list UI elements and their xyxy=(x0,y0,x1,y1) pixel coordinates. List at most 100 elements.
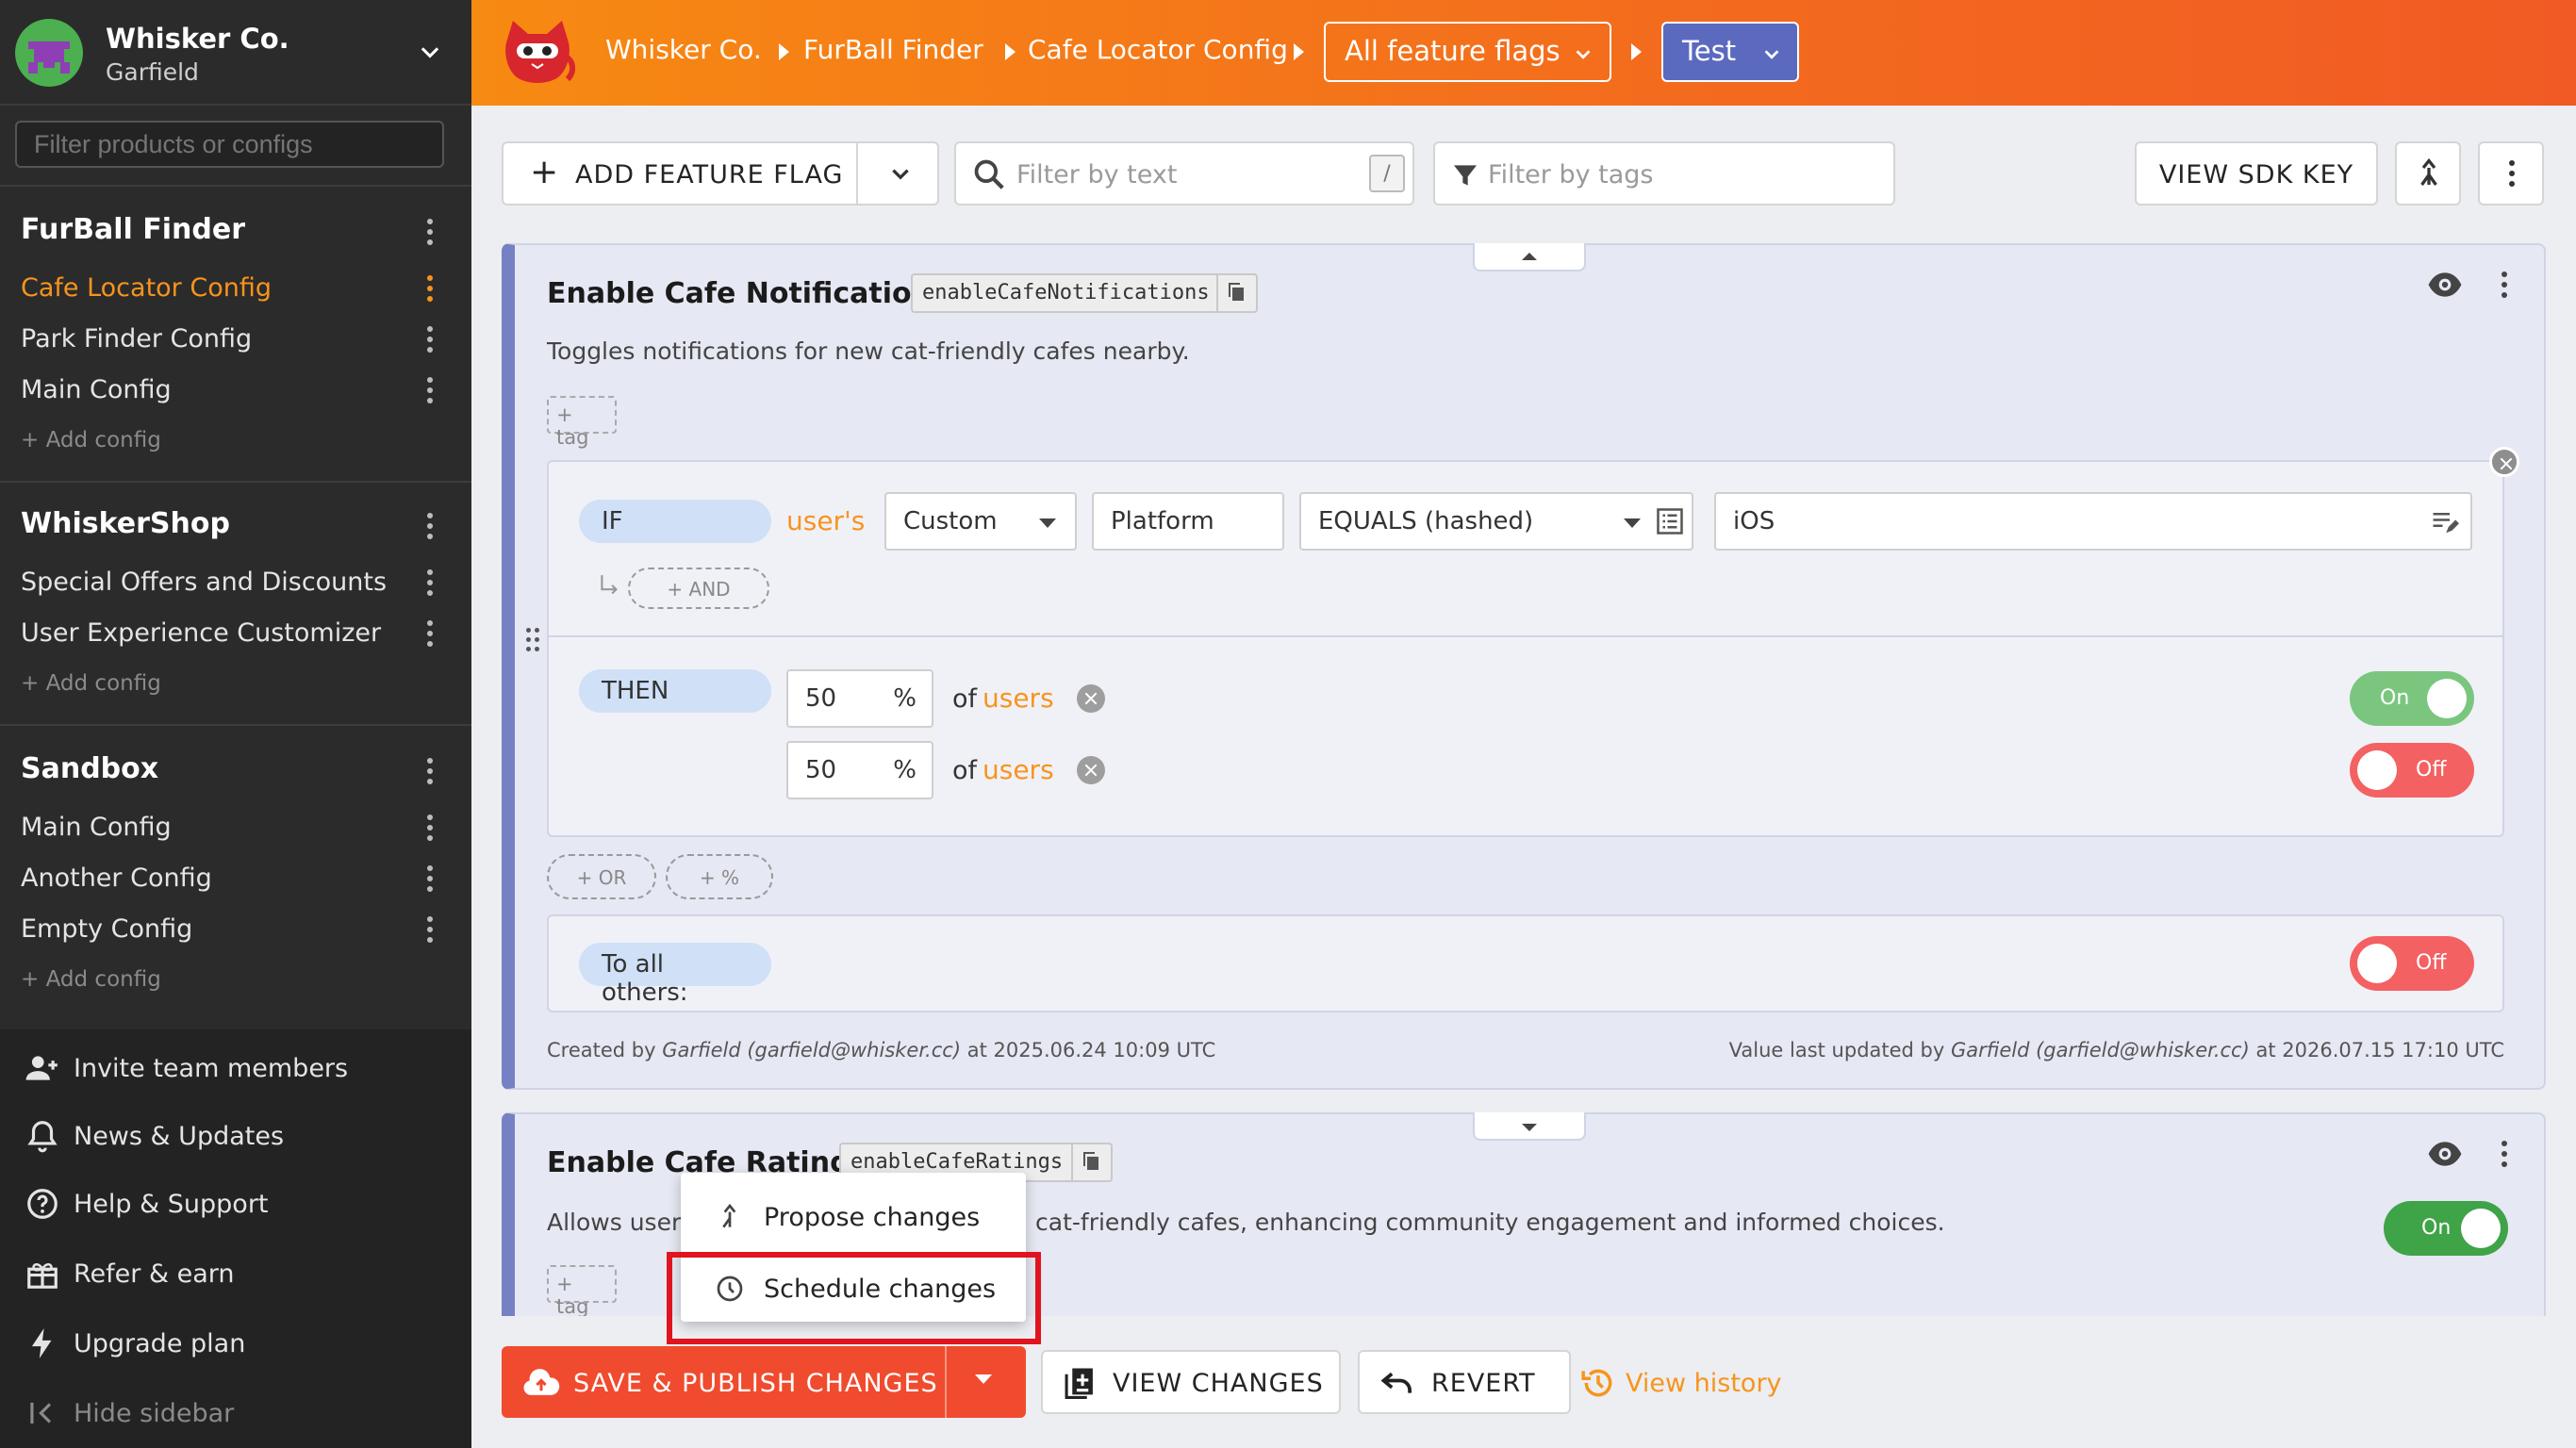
add-config-link[interactable]: + Add config xyxy=(21,671,161,696)
project-menu-icon[interactable] xyxy=(424,754,436,788)
project-title[interactable]: Sandbox xyxy=(21,752,158,785)
add-percentage-button[interactable]: + % xyxy=(666,854,773,899)
delete-rule-icon[interactable] xyxy=(2489,447,2519,477)
percentage-input[interactable]: 50 % xyxy=(786,669,933,728)
config-menu-icon[interactable] xyxy=(424,566,436,600)
copy-icon xyxy=(1083,1152,1098,1170)
edit-list-icon[interactable] xyxy=(2431,509,2459,535)
propose-changes-menu-item[interactable]: Propose changes xyxy=(681,1184,1026,1250)
flag-key: enableCafeRatings xyxy=(850,1150,1064,1174)
propose-merge-button[interactable] xyxy=(2395,141,2461,206)
more-options-button[interactable] xyxy=(2478,141,2544,206)
sidebar-item-main-config[interactable]: Main Config xyxy=(21,813,172,842)
history-icon xyxy=(1581,1369,1612,1397)
breadcrumb-org[interactable]: Whisker Co. xyxy=(605,34,762,65)
config-menu-icon[interactable] xyxy=(424,811,436,845)
flag-menu-icon[interactable] xyxy=(2499,1137,2510,1171)
default-toggle-off[interactable]: Off xyxy=(2350,936,2474,991)
project-menu-icon[interactable] xyxy=(424,215,436,249)
breadcrumb-config[interactable]: Cafe Locator Config xyxy=(1028,34,1288,65)
add-config-link[interactable]: + Add config xyxy=(21,967,161,992)
expand-tab[interactable] xyxy=(1473,1112,1586,1141)
sidebar-item-park-finder[interactable]: Park Finder Config xyxy=(21,324,252,354)
comparison-value-input[interactable]: iOS xyxy=(1714,492,2472,551)
attribute-type-value: Custom xyxy=(903,507,998,535)
list-icon[interactable] xyxy=(1656,507,1684,535)
view-history-link[interactable]: View history xyxy=(1580,1365,1782,1401)
updated-prefix: Value last updated by xyxy=(1728,1039,1945,1061)
sidebar-item-another-config[interactable]: Another Config xyxy=(21,864,212,893)
chevron-down-icon xyxy=(421,47,439,58)
toggle-knob xyxy=(2427,679,2467,718)
sidebar-item-main-config[interactable]: Main Config xyxy=(21,375,172,404)
subdirectory-arrow-icon xyxy=(601,575,618,595)
breadcrumb-product[interactable]: FurBall Finder xyxy=(803,34,983,65)
split-toggle-off[interactable]: Off xyxy=(2350,743,2474,798)
toggle-knob xyxy=(2461,1209,2501,1248)
filter-by-text-input[interactable]: Filter by text / xyxy=(954,141,1414,206)
sidebar-item-ux-customizer[interactable]: User Experience Customizer xyxy=(21,618,381,648)
flag-menu-icon[interactable] xyxy=(2499,268,2510,302)
add-tag-button[interactable]: + tag xyxy=(547,1265,617,1318)
add-feature-flag-button[interactable]: + ADD FEATURE FLAG xyxy=(502,141,939,206)
toggle-label: On xyxy=(2380,686,2410,710)
flag-description-end: cat-friendly cafes, enhancing community … xyxy=(1035,1209,1945,1236)
save-publish-button[interactable]: SAVE & PUBLISH CHANGES xyxy=(502,1346,1026,1418)
sidebar-item-cafe-locator[interactable]: Cafe Locator Config xyxy=(21,273,272,303)
comparator-select[interactable]: EQUALS (hashed) xyxy=(1299,492,1693,551)
flag-key: enableCafeNotifications xyxy=(922,281,1210,304)
sidebar-filter-input[interactable] xyxy=(15,121,444,168)
caret-down-icon[interactable] xyxy=(973,1373,994,1386)
project-menu-icon[interactable] xyxy=(424,509,436,543)
config-menu-icon[interactable] xyxy=(424,322,436,356)
of-label: of xyxy=(952,684,978,714)
flag-key-chip[interactable]: enableCafeNotifications xyxy=(911,273,1258,313)
config-menu-icon[interactable] xyxy=(424,862,436,896)
news-link[interactable]: News & Updates xyxy=(25,1118,284,1154)
copy-key-button[interactable] xyxy=(1071,1143,1111,1182)
sidebar-item-special-offers[interactable]: Special Offers and Discounts xyxy=(21,568,387,597)
copy-key-button[interactable] xyxy=(1216,273,1256,313)
eye-icon[interactable] xyxy=(2427,270,2463,300)
org-user: Garfield xyxy=(106,58,199,86)
view-changes-button[interactable]: VIEW CHANGES xyxy=(1041,1350,1341,1414)
person-add-icon xyxy=(25,1056,58,1080)
upgrade-link[interactable]: Upgrade plan xyxy=(25,1325,245,1361)
attribute-type-select[interactable]: Custom xyxy=(884,492,1077,551)
add-or-rule-button[interactable]: + OR xyxy=(547,854,656,899)
plus-icon: + xyxy=(530,153,559,191)
attribute-input[interactable]: Platform xyxy=(1092,492,1284,551)
percentage-input[interactable]: 50 % xyxy=(786,741,933,799)
hide-sidebar-link[interactable]: Hide sidebar xyxy=(25,1395,234,1431)
project-title[interactable]: FurBall Finder xyxy=(21,213,245,246)
drag-handle-icon[interactable] xyxy=(526,628,541,652)
created-prefix: Created by xyxy=(547,1039,656,1061)
feature-flag-filter-select[interactable]: All feature flags xyxy=(1324,22,1611,82)
breadcrumb-separator-icon xyxy=(1005,43,1016,60)
config-menu-icon[interactable] xyxy=(424,617,436,650)
sidebar-item-empty-config[interactable]: Empty Config xyxy=(21,914,192,944)
filter-by-tags-input[interactable]: Filter by tags xyxy=(1433,141,1895,206)
environment-select[interactable]: Test xyxy=(1661,22,1799,82)
project-title[interactable]: WhiskerShop xyxy=(21,507,230,540)
refer-link[interactable]: Refer & earn xyxy=(25,1256,235,1292)
invite-link[interactable]: Invite team members xyxy=(25,1050,348,1086)
config-menu-icon[interactable] xyxy=(424,373,436,407)
users-label: users xyxy=(983,683,1054,714)
add-tag-button[interactable]: + tag xyxy=(547,396,617,449)
flag-toggle-on[interactable]: On xyxy=(2384,1201,2508,1256)
split-toggle-on[interactable]: On xyxy=(2350,671,2474,726)
config-menu-icon[interactable] xyxy=(424,272,436,305)
add-config-link[interactable]: + Add config xyxy=(21,428,161,452)
add-and-condition-button[interactable]: + AND xyxy=(628,568,769,609)
help-link[interactable]: Help & Support xyxy=(25,1186,269,1222)
org-switcher[interactable]: Whisker Co. Garfield xyxy=(0,0,471,106)
view-sdk-key-button[interactable]: VIEW SDK KEY xyxy=(2135,141,2378,206)
chevron-down-icon[interactable] xyxy=(888,162,913,187)
collapse-tab[interactable] xyxy=(1473,243,1586,272)
revert-button[interactable]: REVERT xyxy=(1358,1350,1571,1414)
eye-icon[interactable] xyxy=(2427,1139,2463,1169)
remove-split-icon[interactable] xyxy=(1077,684,1105,713)
config-menu-icon[interactable] xyxy=(424,913,436,946)
remove-split-icon[interactable] xyxy=(1077,756,1105,784)
